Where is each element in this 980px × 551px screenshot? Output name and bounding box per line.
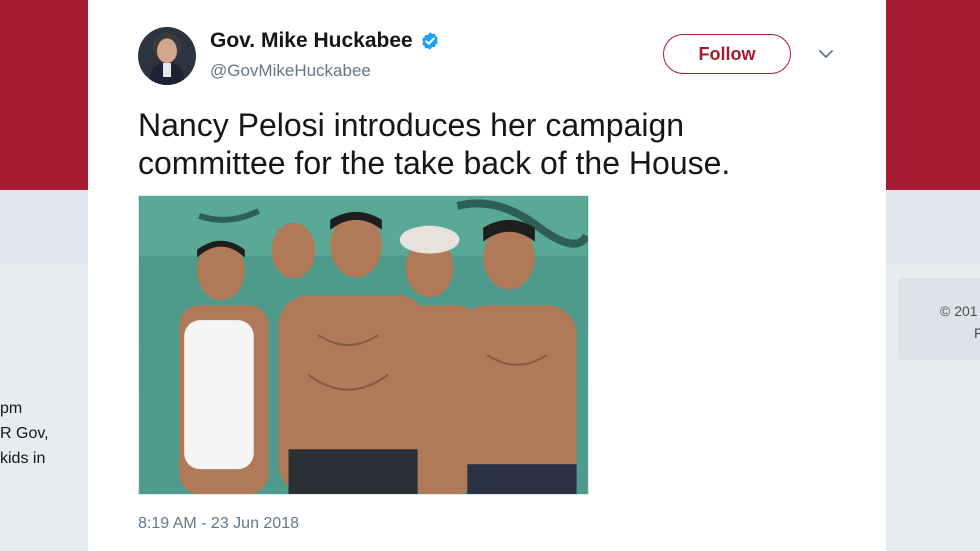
background-left-line: pm: [0, 400, 23, 417]
chevron-down-icon[interactable]: [818, 48, 834, 60]
background-right-text: © 201 F: [940, 300, 980, 344]
tweet-card: Gov. Mike Huckabee @GovMikeHuckabee Foll…: [88, 0, 886, 551]
verified-badge-icon: [421, 32, 438, 50]
author-handle[interactable]: @GovMikeHuckabee: [210, 61, 371, 81]
author-name-row: Gov. Mike Huckabee: [210, 29, 440, 53]
background-left-line: kids in: [0, 450, 46, 467]
author-name[interactable]: Gov. Mike Huckabee: [210, 29, 413, 53]
background-left-text: pm R Gov, kids in: [0, 396, 49, 471]
follow-button[interactable]: Follow: [663, 34, 791, 74]
background-right-line: © 201: [940, 303, 978, 319]
avatar-face: [157, 39, 177, 63]
background-left-line: R Gov,: [0, 425, 49, 442]
background-right-line: F: [974, 325, 980, 341]
tweet-photo[interactable]: [138, 195, 589, 495]
tweet-text: Nancy Pelosi introduces her campaign com…: [138, 107, 731, 181]
tweet-timestamp[interactable]: 8:19 AM - 23 Jun 2018: [138, 515, 299, 533]
author-avatar[interactable]: [138, 27, 196, 85]
tweet-photo-illustration: [139, 196, 588, 494]
avatar-shirt: [163, 63, 171, 77]
